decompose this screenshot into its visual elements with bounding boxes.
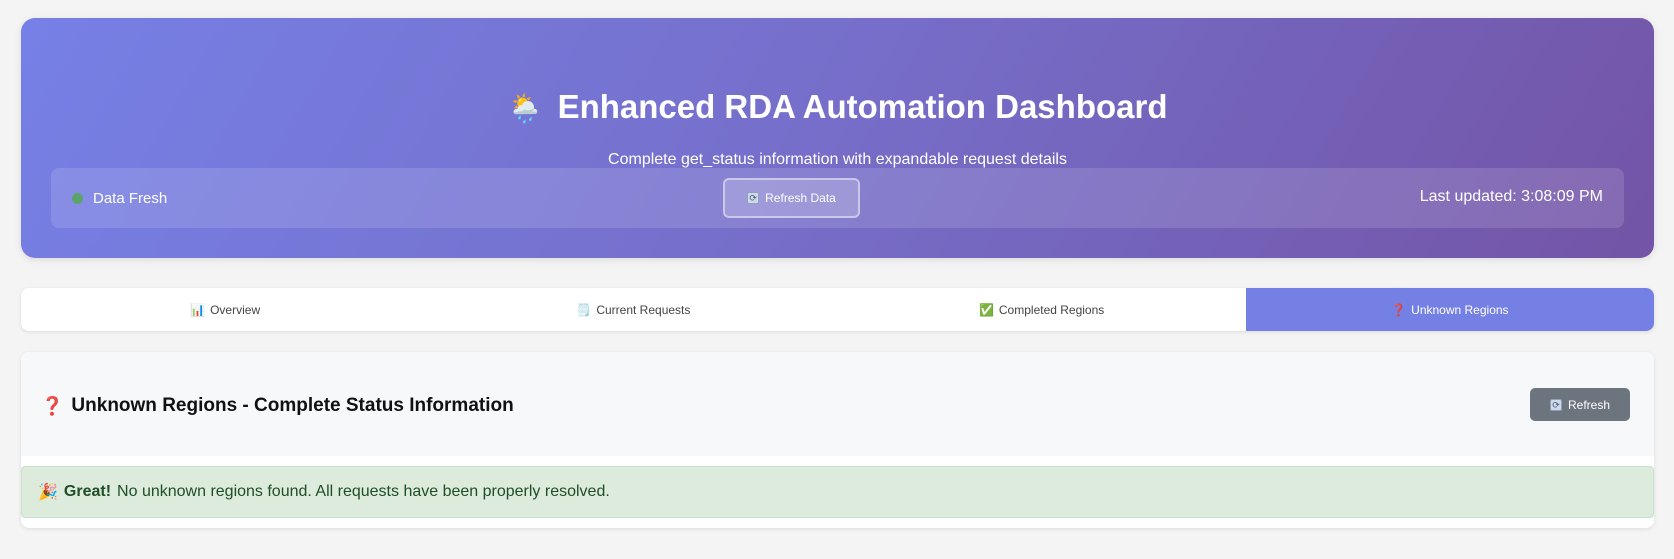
panel-header: ❓ Unknown Regions - Complete Status Info… bbox=[21, 352, 1654, 456]
alert-strong: Great! bbox=[63, 483, 112, 500]
notepad-icon: 🗒️ bbox=[576, 302, 592, 317]
tab-unknown-regions[interactable]: ❓ Unknown Regions bbox=[1245, 288, 1654, 331]
unknown-regions-panel: ❓ Unknown Regions - Complete Status Info… bbox=[21, 352, 1654, 528]
tab-completed-regions-label: Completed Regions bbox=[998, 302, 1105, 317]
panel-title-text: Unknown Regions - Complete Status Inform… bbox=[71, 395, 514, 416]
refresh-button[interactable]: ⟳ Refresh bbox=[1530, 388, 1630, 421]
tab-overview-label: Overview bbox=[210, 302, 261, 317]
bar-chart-icon: 📊 bbox=[190, 302, 206, 317]
question-mark-icon: ❓ bbox=[41, 395, 64, 416]
question-mark-icon: ❓ bbox=[1391, 302, 1407, 317]
success-alert: 🎉 Great! No unknown regions found. All r… bbox=[21, 466, 1654, 518]
status-dot-icon bbox=[72, 193, 83, 204]
weather-icon: 🌦️ bbox=[507, 93, 543, 124]
tab-overview[interactable]: 📊 Overview bbox=[21, 288, 429, 331]
check-mark-icon: ✅ bbox=[978, 302, 994, 317]
tab-bar: 📊 Overview 🗒️ Current Requests ✅ Complet… bbox=[21, 288, 1654, 331]
last-updated: Last updated: 3:08:09 PM bbox=[1419, 188, 1603, 205]
refresh-icon: ⟳ bbox=[1549, 398, 1562, 411]
alert-text: No unknown regions found. All requests h… bbox=[117, 483, 610, 500]
dashboard-header: 🌦️ Enhanced RDA Automation Dashboard Com… bbox=[21, 18, 1654, 258]
refresh-data-label: Refresh Data bbox=[765, 191, 836, 205]
data-fresh-label: Data Fresh bbox=[93, 190, 168, 207]
refresh-icon: ⟳ bbox=[747, 192, 760, 204]
tab-current-requests-label: Current Requests bbox=[596, 302, 691, 317]
data-fresh-indicator: Data Fresh bbox=[72, 190, 167, 207]
page-subtitle: Complete get_status information with exp… bbox=[608, 151, 1067, 168]
tab-completed-regions[interactable]: ✅ Completed Regions bbox=[838, 288, 1246, 331]
tab-current-requests[interactable]: 🗒️ Current Requests bbox=[429, 288, 837, 331]
tab-unknown-regions-label: Unknown Regions bbox=[1411, 302, 1509, 317]
page-title: 🌦️ Enhanced RDA Automation Dashboard bbox=[21, 88, 1654, 126]
refresh-data-button[interactable]: ⟳ Refresh Data bbox=[723, 178, 860, 218]
party-popper-icon: 🎉 bbox=[38, 484, 58, 501]
page-title-text: Enhanced RDA Automation Dashboard bbox=[557, 88, 1168, 125]
panel-title: ❓ Unknown Regions - Complete Status Info… bbox=[41, 395, 514, 417]
refresh-button-label: Refresh bbox=[1567, 397, 1611, 412]
status-bar: Data Fresh ⟳ Refresh Data Last updated: … bbox=[51, 168, 1624, 228]
